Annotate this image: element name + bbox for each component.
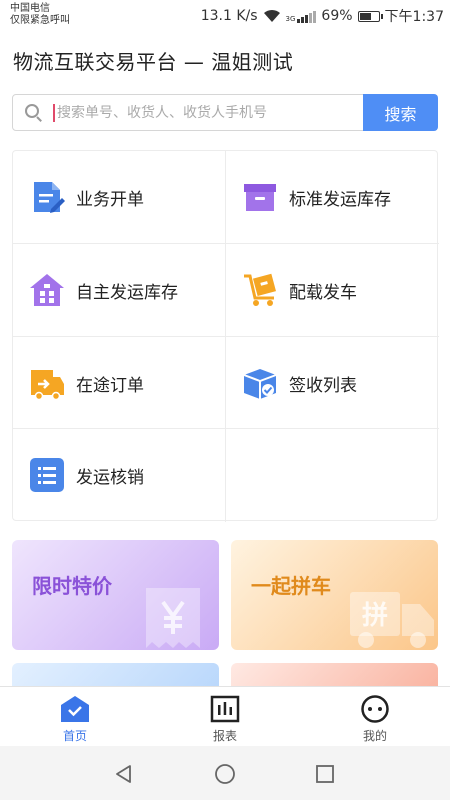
profile-icon xyxy=(361,695,389,723)
list-icon xyxy=(29,457,65,493)
search-icon xyxy=(25,103,43,122)
menu-item-shipment-verification[interactable]: 发运核销 xyxy=(13,429,226,521)
back-icon[interactable] xyxy=(113,763,135,785)
status-bar: 中国电信 仅限紧急呼叫 13.1 K/s 3G 69% 下午1:37 xyxy=(0,0,450,32)
bottom-tab-bar: 首页 报表 我的 xyxy=(0,686,450,746)
menu-item-label: 签收列表 xyxy=(289,375,357,396)
truck-arrow-icon xyxy=(29,365,65,401)
function-menu: 业务开单 标准发运库存 自主发运库存 配载发车 在途订单 签收列表 发运核销 xyxy=(12,150,439,522)
home-button-icon[interactable] xyxy=(214,763,236,785)
menu-item-self-stock[interactable]: 自主发运库存 xyxy=(13,244,226,336)
recent-apps-icon[interactable] xyxy=(314,763,336,785)
menu-item-label: 发运核销 xyxy=(76,467,144,488)
promo-label: 限时特价 xyxy=(32,574,112,598)
menu-item-loading-departure[interactable]: 配载发车 xyxy=(226,244,439,336)
home-icon xyxy=(61,696,89,722)
yen-receipt-icon xyxy=(146,588,200,648)
report-icon xyxy=(210,695,240,723)
signed-box-icon xyxy=(242,365,278,401)
menu-item-business-order[interactable]: 业务开单 xyxy=(13,151,226,243)
promo-card-carpool[interactable]: 一起拼车 拼 xyxy=(231,540,438,650)
battery-percent: 69% xyxy=(321,8,353,24)
pin-truck-icon: 拼 xyxy=(350,592,434,648)
promo-card-special-offer[interactable]: 限时特价 xyxy=(12,540,219,650)
page-title: 物流互联交易平台 — 温姐测试 xyxy=(13,50,294,74)
menu-item-label: 业务开单 xyxy=(76,189,144,210)
tab-label: 首页 xyxy=(62,729,87,743)
search-input[interactable] xyxy=(57,104,363,121)
menu-item-label: 配载发车 xyxy=(289,282,357,303)
warehouse-icon xyxy=(29,272,65,308)
network-speed: 13.1 K/s xyxy=(200,8,258,24)
promo-icon-text: 拼 xyxy=(362,601,388,631)
menu-item-in-transit-orders[interactable]: 在途订单 xyxy=(13,337,226,429)
menu-item-standard-stock[interactable]: 标准发运库存 xyxy=(226,151,439,243)
promo-label: 一起拼车 xyxy=(251,574,331,598)
tab-home[interactable]: 首页 xyxy=(0,687,150,747)
wifi-icon xyxy=(263,9,280,22)
battery-level xyxy=(359,12,372,20)
status-indicators: 13.1 K/s 3G 69% 下午1:37 xyxy=(196,7,444,25)
emergency-calls-only: 仅限紧急呼叫 xyxy=(10,15,70,26)
carrier-name: 中国电信 xyxy=(10,3,50,14)
menu-item-label: 标准发运库存 xyxy=(289,189,391,210)
menu-item-label: 在途订单 xyxy=(76,375,144,396)
search-button[interactable]: 搜索 xyxy=(363,94,438,131)
carrier-info: 中国电信 仅限紧急呼叫 xyxy=(10,3,70,27)
cart-loading-icon xyxy=(242,272,278,308)
system-navigation-bar xyxy=(0,746,450,800)
tab-report[interactable]: 报表 xyxy=(150,687,300,747)
tab-profile[interactable]: 我的 xyxy=(300,687,450,747)
text-cursor xyxy=(53,103,55,122)
clock: 下午1:37 xyxy=(384,9,444,25)
tab-label: 我的 xyxy=(362,729,387,743)
search-bar[interactable] xyxy=(12,94,364,131)
signal-icon xyxy=(296,10,317,23)
battery-icon xyxy=(357,10,383,22)
menu-item-signed-list[interactable]: 签收列表 xyxy=(226,337,439,429)
menu-item-label: 自主发运库存 xyxy=(76,282,178,303)
storage-box-icon xyxy=(242,179,278,215)
tab-label: 报表 xyxy=(212,729,237,743)
network-type: 3G xyxy=(285,14,296,23)
document-edit-icon xyxy=(29,179,65,215)
